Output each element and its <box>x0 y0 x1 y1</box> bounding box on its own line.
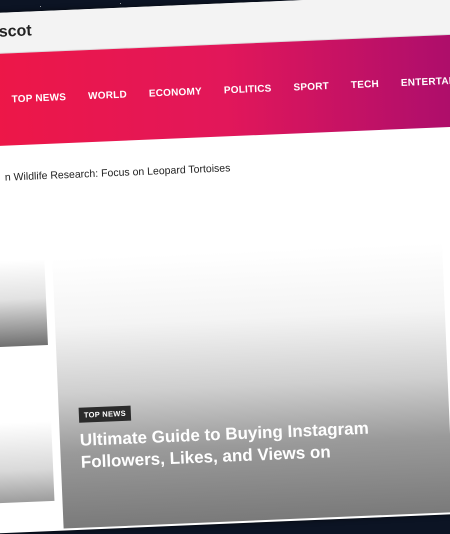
nav-item-economy[interactable]: ECONOMY <box>149 86 202 99</box>
news-ticker[interactable]: n Wildlife Research: Focus on Leopard To… <box>5 162 231 183</box>
nav-item-politics[interactable]: POLITICS <box>224 83 272 96</box>
nav-item-tech[interactable]: TECH <box>351 78 379 90</box>
article-card-left[interactable] <box>0 259 48 348</box>
nav-item-top-news[interactable]: TOP NEWS <box>11 92 66 105</box>
article-card-left-2[interactable] <box>0 421 54 504</box>
category-badge[interactable]: TOP NEWS <box>79 406 132 423</box>
nav-item-world[interactable]: WORLD <box>88 89 127 102</box>
nav-item-sport[interactable]: SPORT <box>293 81 329 93</box>
featured-article-title[interactable]: Ultimate Guide to Buying Instagram Follo… <box>80 416 412 474</box>
nav-item-entertainment[interactable]: ENTERTAINMENT <box>401 74 450 89</box>
browser-page: scot TOP NEWS WORLD ECONOMY POLITICS SPO… <box>0 0 450 534</box>
site-title[interactable]: scot <box>0 22 32 41</box>
featured-article[interactable]: TOP NEWS Ultimate Guide to Buying Instag… <box>52 242 450 528</box>
